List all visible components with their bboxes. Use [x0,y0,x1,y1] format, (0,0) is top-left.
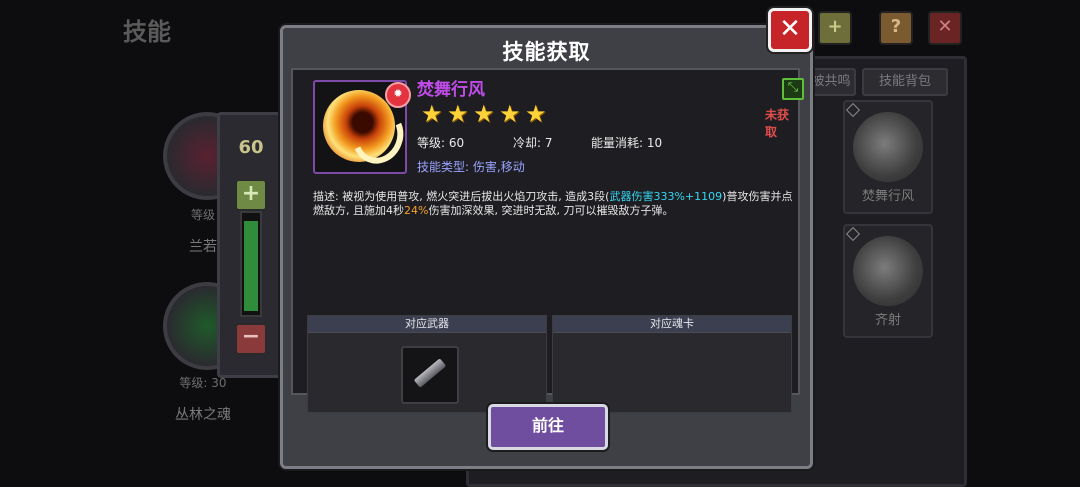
skill-energy-cost: 能量消耗: 10 [591,136,663,150]
close-icon[interactable]: ✕ [768,8,812,52]
skill-type: 技能类型: 伤害,移动 [417,158,525,175]
quantity-slider-panel: 60 + − [217,112,285,378]
skill-description: 描述: 被视为使用普攻, 燃火突进后拔出火焰刀攻击, 造成3段(武器伤害333%… [313,190,799,218]
skill-card[interactable]: 焚舞行风 [843,100,933,214]
skill-card[interactable]: 齐射 [843,224,933,338]
dagger-icon [413,358,447,388]
star-icon: ★ [473,100,495,128]
star-icon: ★ [447,100,469,128]
tab-skill-bag[interactable]: 技能背包 [862,68,948,96]
character-name: 丛林之魂 [175,407,231,423]
element-badge-icon: ✹ [385,82,411,108]
page-title: 技能 [123,18,171,46]
star-icon: ★ [421,100,443,128]
skill-cooldown: 冷却: 7 [513,136,553,150]
soul-card-panel: 对应魂卡 [552,315,792,413]
skill-card-label: 焚舞行风 [861,189,914,204]
skill-orb-icon [853,236,923,306]
skill-type-label: 技能类型: [417,160,470,174]
add-icon[interactable]: + [818,11,852,45]
weapon-slot[interactable] [401,346,459,404]
weapon-panel: 对应武器 [307,315,547,413]
decrease-button[interactable]: − [235,323,267,355]
description-text: 描述: 被视为使用普攻, 燃火突进后拔出火焰刀攻击, 造成3段( [313,190,610,203]
skill-acquire-dialog: 技能获取 ✹ 焚舞行风 ★ ★ ★ ★ ★ ⤡ 未获取 等级: 60 冷却: 7 能量消… [280,25,813,469]
star-rating: ★ ★ ★ ★ ★ [421,100,551,128]
help-icon[interactable]: ? [879,11,913,45]
skill-orb-icon [853,112,923,182]
skill-name: 焚舞行风 [417,80,485,100]
damage-highlight: 武器伤害333%+1109 [609,190,723,203]
description-text: 伤害加深效果, 突进时无敌, 刀可以摧毁敌方子弹。 [428,204,674,217]
skill-card-label: 齐射 [874,313,901,328]
star-icon: ★ [499,100,521,128]
soul-card-panel-title: 对应魂卡 [553,316,791,333]
background-close-icon[interactable]: ✕ [928,11,962,45]
go-button[interactable]: 前往 [488,404,608,450]
increase-button[interactable]: + [235,179,267,211]
star-icon: ★ [525,100,547,128]
acquire-status: 未获取 [765,108,790,139]
slider-value: 60 [238,137,264,158]
acquire-status-icon: ⤡ [782,78,804,100]
weapon-panel-title: 对应武器 [308,316,546,333]
rarity-gem-icon [845,102,861,118]
skill-level: 等级: 60 [417,136,465,150]
percent-highlight: 24% [404,204,429,217]
slider-fill [244,221,258,311]
tab-resonance[interactable]: 被共鸣 [806,68,856,96]
skill-detail-panel: ✹ 焚舞行风 ★ ★ ★ ★ ★ ⤡ 未获取 等级: 60 冷却: 7 能量消耗: 10… [291,68,804,413]
slider-track[interactable] [240,211,262,317]
dialog-title: 技能获取 [502,40,591,64]
skill-type-value: 伤害,移动 [472,160,525,174]
rarity-gem-icon [845,226,861,242]
